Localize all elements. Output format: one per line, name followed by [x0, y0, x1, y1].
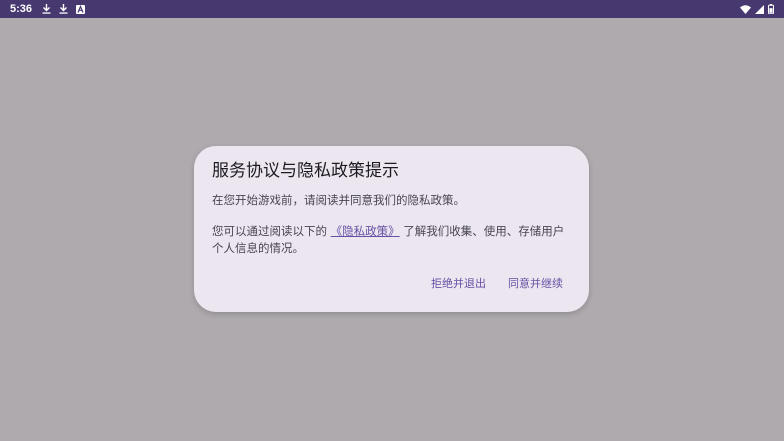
dialog-title: 服务协议与隐私政策提示 — [212, 161, 399, 181]
download-icon — [42, 4, 51, 14]
policy-text-prefix: 您可以通过阅读以下的 — [212, 224, 331, 238]
download-icon — [59, 4, 68, 14]
app-notification-icon — [76, 4, 86, 14]
status-right — [740, 0, 774, 18]
signal-icon — [755, 4, 764, 14]
status-time: 5:36 — [10, 3, 33, 15]
dialog-paragraph-intro: 在您开始游戏前，请阅读并同意我们的隐私政策。 — [212, 193, 465, 207]
accept-continue-button[interactable]: 同意并继续 — [508, 277, 563, 291]
status-bar: 5:36 — [0, 0, 784, 18]
decline-exit-button[interactable]: 拒绝并退出 — [431, 277, 486, 291]
privacy-policy-link[interactable]: 《隐私政策》 — [331, 224, 400, 238]
privacy-dialog: 服务协议与隐私政策提示 在您开始游戏前，请阅读并同意我们的隐私政策。 您可以通过… — [194, 146, 589, 312]
dialog-actions: 拒绝并退出 同意并继续 — [431, 277, 563, 291]
wifi-icon — [740, 4, 751, 14]
dialog-body: 在您开始游戏前，请阅读并同意我们的隐私政策。 您可以通过阅读以下的 《隐私政策》… — [212, 192, 574, 271]
status-left: 5:36 — [10, 0, 86, 18]
dialog-paragraph-policy: 您可以通过阅读以下的 《隐私政策》 了解我们收集、使用、存储用户个人信息的情况。 — [212, 223, 574, 257]
battery-icon — [768, 4, 774, 14]
